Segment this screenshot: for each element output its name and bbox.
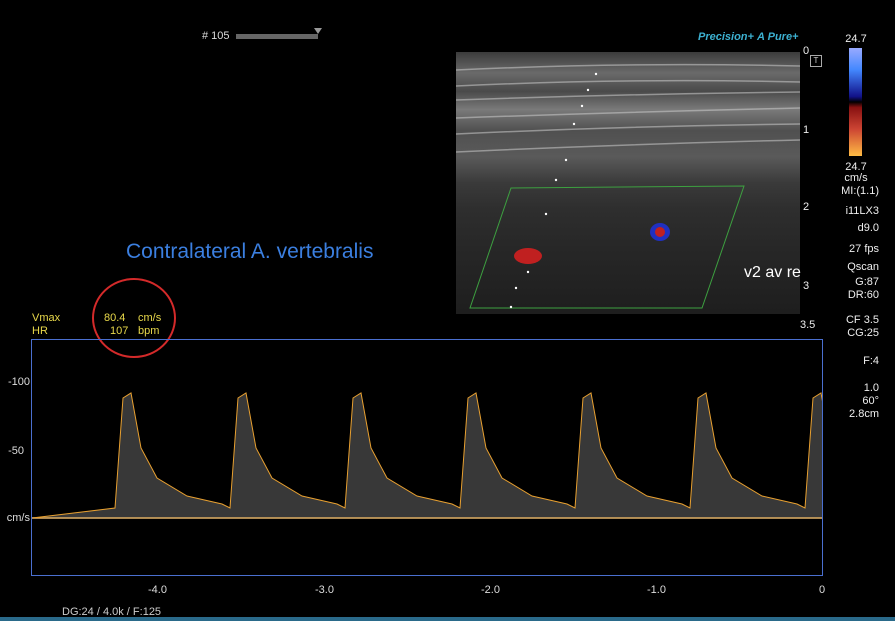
hr-label: HR <box>32 325 48 337</box>
time-label-0: 0 <box>819 584 826 596</box>
vessel-flow-red <box>514 248 542 264</box>
param-dr: DR:60 <box>847 289 879 301</box>
param-fps: 27 fps <box>849 243 879 255</box>
param-cg: CG:25 <box>847 327 879 339</box>
vel-unit: cm/s <box>6 512 30 524</box>
param-gate: 2.8cm <box>849 408 879 420</box>
depth-tick-0: 0 <box>803 45 810 57</box>
color-scale-top: 24.7 <box>845 33 867 45</box>
doppler-spectrum <box>31 339 895 576</box>
param-probe: i11LX3 <box>845 205 879 217</box>
bottom-bar <box>0 617 895 621</box>
param-angle-corr: 1.0 <box>863 382 879 394</box>
brand-apure: A Pure+ <box>757 31 799 43</box>
vmax-label: Vmax <box>32 312 61 324</box>
param-filter: F:4 <box>863 355 879 367</box>
depth-tick-3: 3 <box>803 280 810 292</box>
color-scale-unit: cm/s <box>844 172 868 184</box>
color-scale-bar <box>849 48 862 156</box>
depth-tick-1: 1 <box>803 124 810 136</box>
brand-label: Precision+ A Pure+ <box>698 31 799 43</box>
depth-tick-3-5: 3.5 <box>800 319 816 331</box>
time-label-3: -3.0 <box>315 584 334 596</box>
cine-marker-icon[interactable] <box>314 28 322 34</box>
vessel-label: v2 av re <box>744 264 801 281</box>
param-gain: G:87 <box>855 276 879 288</box>
param-angle: 60° <box>862 395 879 407</box>
depth-tick-2: 2 <box>803 201 810 213</box>
param-cf: CF 3.5 <box>845 314 879 326</box>
annotation-tool-icon[interactable]: T <box>810 55 822 67</box>
time-label-2: -2.0 <box>481 584 500 596</box>
param-mi: MI:(1.1) <box>841 185 879 197</box>
doppler-trace <box>31 392 895 519</box>
frame-number: # 105 <box>202 30 230 42</box>
param-depth: d9.0 <box>857 222 879 234</box>
vel-label-50: -50 <box>8 445 24 457</box>
annotation-text: Contralateral A. vertebralis <box>126 240 374 263</box>
color-box <box>469 185 745 309</box>
cine-scrollbar[interactable] <box>236 34 318 39</box>
time-label-1: -1.0 <box>647 584 666 596</box>
brand-precision: Precision+ <box>698 31 754 43</box>
param-qscan: Qscan <box>847 261 879 273</box>
vel-label-100: -100 <box>7 376 30 388</box>
time-label-4: -4.0 <box>148 584 167 596</box>
